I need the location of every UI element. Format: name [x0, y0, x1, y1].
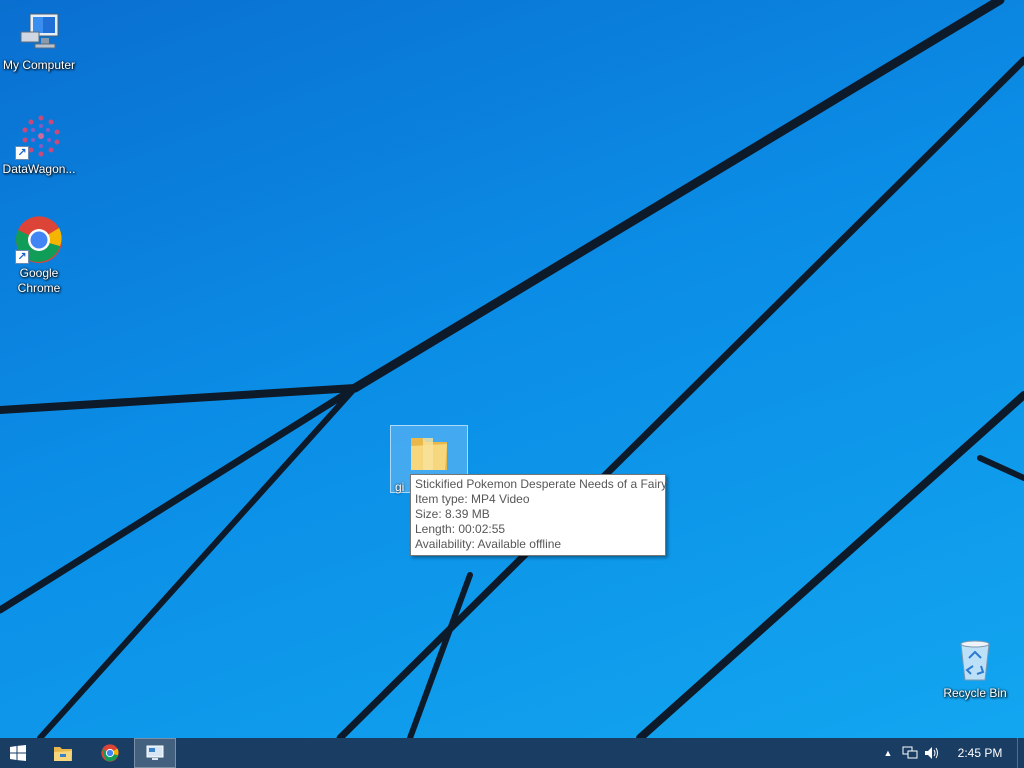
taskbar: ▲ 2:45 PM — [0, 738, 1024, 768]
desktop-icon-datawagon[interactable]: ↗ DataWagon... — [0, 112, 78, 177]
speaker-icon — [925, 747, 938, 759]
chrome-icon: ↗ — [15, 216, 63, 264]
desktop-icon-google-chrome[interactable]: ↗ Google Chrome — [0, 216, 78, 296]
shortcut-arrow-icon: ↗ — [15, 146, 29, 160]
start-button[interactable] — [0, 738, 36, 768]
show-desktop-button[interactable] — [1017, 738, 1024, 768]
folder-label: gi — [395, 480, 405, 494]
taskbar-remote-desktop[interactable] — [134, 738, 176, 768]
file-info-tooltip: Stickified Pokemon Desperate Needs of a … — [410, 474, 668, 556]
taskbar-file-explorer[interactable] — [44, 738, 82, 768]
desktop-icon-my-computer[interactable]: My Computer — [0, 8, 78, 73]
wallpaper — [0, 0, 1024, 738]
show-hidden-icons-button[interactable]: ▲ — [877, 738, 899, 768]
desktop-icon-label: My Computer — [2, 58, 76, 72]
folder-icon — [411, 438, 447, 470]
file-explorer-icon — [54, 747, 72, 761]
chrome-icon — [101, 744, 119, 762]
tooltip-size: Size: 8.39 MB — [415, 507, 490, 521]
datawagon-icon: ↗ — [15, 112, 63, 160]
windows-start-icon — [10, 745, 26, 761]
tooltip-availability: Availability: Available offline — [415, 537, 562, 551]
shortcut-arrow-icon: ↗ — [15, 250, 29, 264]
desktop[interactable]: My Computer ↗ DataWagon... ↗ Google Chro… — [0, 0, 1024, 738]
system-tray: ▲ 2:45 PM — [877, 738, 1024, 768]
remote-desktop-icon — [146, 745, 164, 760]
network-button[interactable] — [899, 738, 921, 768]
tooltip-item-type: Item type: MP4 Video — [415, 492, 530, 506]
taskbar-chrome[interactable] — [91, 738, 129, 768]
desktop-icon-label: Google Chrome — [17, 266, 61, 295]
volume-button[interactable] — [921, 738, 943, 768]
desktop-icon-label: Recycle Bin — [943, 686, 1007, 700]
tooltip-length: Length: 00:02:55 — [415, 522, 506, 536]
desktop-icon-label: DataWagon... — [2, 162, 76, 176]
chevron-up-icon: ▲ — [883, 748, 893, 758]
tooltip-title: Stickified Pokemon Desperate Needs of a … — [415, 477, 668, 491]
recycle-bin-icon — [951, 636, 999, 684]
network-icon — [902, 746, 918, 759]
computer-icon — [15, 8, 63, 56]
desktop-icon-recycle-bin[interactable]: Recycle Bin — [936, 636, 1014, 701]
clock[interactable]: 2:45 PM — [943, 746, 1017, 760]
